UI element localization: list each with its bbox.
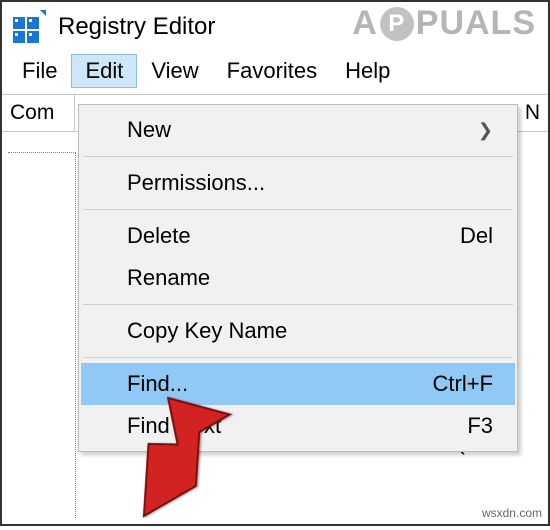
menu-help[interactable]: Help <box>331 54 404 88</box>
menu-edit[interactable]: Edit <box>71 54 137 88</box>
menu-item-label: Delete <box>127 223 191 249</box>
registry-editor-icon <box>12 10 46 44</box>
menu-item-shortcut: F3 <box>467 413 493 439</box>
menu-separator <box>83 304 513 305</box>
menu-item-new[interactable]: New ❯ <box>81 109 515 151</box>
title-bar: Registry Editor <box>2 2 548 50</box>
menu-item-delete[interactable]: Delete Del <box>81 215 515 257</box>
menu-item-shortcut: Del <box>460 223 493 249</box>
menu-item-shortcut: Ctrl+F <box>433 371 494 397</box>
menu-item-label: New <box>127 117 171 143</box>
menu-view[interactable]: View <box>137 54 212 88</box>
menu-item-label: Find... <box>127 371 188 397</box>
image-credit: wsxdn.com <box>482 506 542 520</box>
menu-item-find-next[interactable]: Find Next F3 <box>81 405 515 447</box>
menu-file[interactable]: File <box>8 54 71 88</box>
window-title: Registry Editor <box>58 13 215 41</box>
menu-item-find[interactable]: Find... Ctrl+F <box>81 363 515 405</box>
edit-menu-dropdown: New ❯ Permissions... Delete Del Rename C… <box>78 104 518 452</box>
menu-item-label: Find Next <box>127 413 221 439</box>
tree-pane[interactable] <box>8 152 76 518</box>
menu-item-permissions[interactable]: Permissions... <box>81 162 515 204</box>
menu-item-label: Permissions... <box>127 170 265 196</box>
menu-item-copy-key-name[interactable]: Copy Key Name <box>81 310 515 352</box>
menu-item-label: Rename <box>127 265 210 291</box>
menu-separator <box>83 357 513 358</box>
menu-item-rename[interactable]: Rename <box>81 257 515 299</box>
menu-favorites[interactable]: Favorites <box>213 54 331 88</box>
menu-separator <box>83 209 513 210</box>
chevron-right-icon: ❯ <box>478 120 493 141</box>
menu-separator <box>83 156 513 157</box>
menu-item-label: Copy Key Name <box>127 318 287 344</box>
column-header-first[interactable]: Com <box>2 95 75 131</box>
menu-bar: File Edit View Favorites Help <box>2 50 548 94</box>
